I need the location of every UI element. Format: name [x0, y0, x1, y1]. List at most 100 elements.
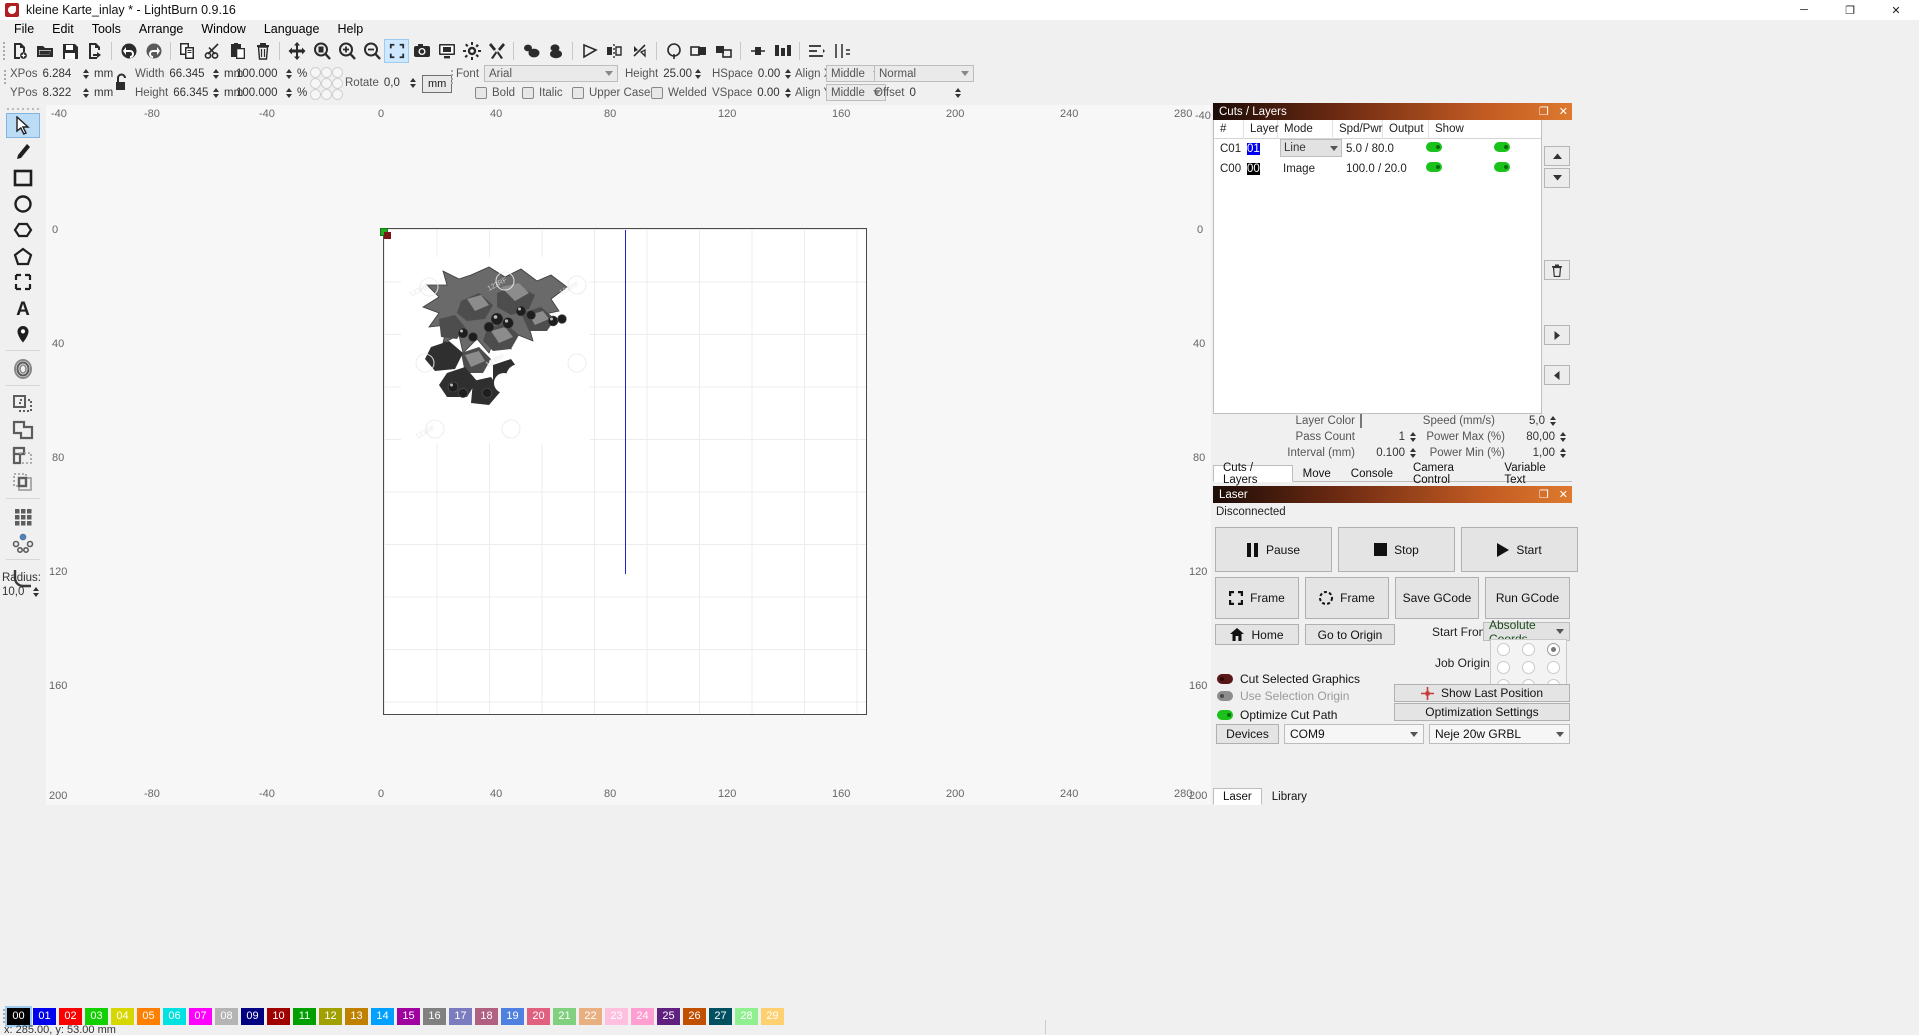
delete-icon[interactable]: [250, 39, 275, 63]
pass-count-value[interactable]: 1: [1355, 431, 1405, 443]
move-up-icon[interactable]: [1544, 146, 1570, 166]
palette-color-27[interactable]: 27: [709, 1007, 732, 1025]
start-button[interactable]: Start: [1461, 527, 1578, 572]
text-height-spinner[interactable]: [690, 64, 706, 83]
ypos-value[interactable]: 8.322: [43, 87, 72, 99]
upper-case-checkbox[interactable]: Upper Case: [572, 83, 655, 102]
closed-shape-tool[interactable]: [6, 243, 40, 268]
show-last-position-button[interactable]: Show Last Position: [1394, 684, 1570, 702]
palette-color-13[interactable]: 13: [345, 1007, 368, 1025]
text-tool[interactable]: A: [6, 295, 40, 320]
tab-console[interactable]: Console: [1341, 465, 1403, 482]
home-button[interactable]: Home: [1215, 624, 1299, 645]
hspace-field-group[interactable]: HSpace 0.00: [712, 64, 780, 83]
vspace-field-group[interactable]: VSpace 0.00: [712, 83, 780, 102]
palette-color-22[interactable]: 22: [579, 1007, 602, 1025]
optimize-cut-path-toggle[interactable]: Optimize Cut Path: [1217, 707, 1337, 723]
rotate-value[interactable]: 0,0: [384, 77, 400, 89]
undo-icon[interactable]: [116, 39, 141, 63]
origin-cell-1[interactable]: [1522, 643, 1535, 656]
tab-cuts-layers[interactable]: Cuts / Layers: [1213, 462, 1293, 486]
close-button[interactable]: ✕: [1873, 0, 1919, 20]
rotate-handle-grid[interactable]: [310, 64, 343, 102]
align-icon[interactable]: [770, 39, 795, 63]
boolean-union-icon[interactable]: [686, 39, 711, 63]
power-min-value[interactable]: 1,00: [1505, 447, 1555, 459]
palette-color-04[interactable]: 04: [111, 1007, 134, 1025]
close-panel-icon[interactable]: ✕: [1559, 488, 1568, 501]
layer-color-chip[interactable]: [1360, 414, 1362, 428]
cut-selected-graphics-toggle[interactable]: Cut Selected Graphics: [1217, 671, 1360, 687]
text-style-select[interactable]: Normal: [874, 65, 974, 82]
hspace-value[interactable]: 0.00: [758, 68, 780, 80]
offset-shapes-icon[interactable]: [745, 39, 770, 63]
zoom-in-icon[interactable]: [334, 39, 359, 63]
palette-color-29[interactable]: 29: [761, 1007, 784, 1025]
rotate-spinner[interactable]: [405, 73, 421, 92]
weld-icon[interactable]: [661, 39, 686, 63]
row-spd-pwr[interactable]: 5.0 / 80.0: [1344, 139, 1416, 159]
cut-icon[interactable]: [200, 39, 225, 63]
interval-value[interactable]: 0.100: [1355, 447, 1405, 459]
vspace-spinner[interactable]: [780, 83, 796, 102]
palette-color-25[interactable]: 25: [657, 1007, 680, 1025]
toolbar-grip[interactable]: [0, 41, 7, 61]
ellipse-tool[interactable]: [6, 191, 40, 216]
width-field-group[interactable]: Width 66.345: [135, 64, 205, 83]
close-panel-icon[interactable]: ✕: [1559, 105, 1568, 118]
palette-color-23[interactable]: 23: [605, 1007, 628, 1025]
menu-edit[interactable]: Edit: [43, 20, 83, 38]
palette-color-09[interactable]: 09: [241, 1007, 264, 1025]
origin-cell-4[interactable]: [1522, 661, 1535, 674]
palette-color-00[interactable]: 00: [5, 1005, 32, 1027]
palette-color-06[interactable]: 06: [163, 1007, 186, 1025]
frame-round-button[interactable]: Frame: [1305, 577, 1389, 619]
menu-tools[interactable]: Tools: [83, 20, 130, 38]
table-row[interactable]: C00 00 Image 100.0 / 20.0: [1214, 159, 1541, 179]
row-show-toggle[interactable]: [1494, 162, 1510, 172]
height-percent-value[interactable]: 100.000: [236, 87, 278, 99]
delete-icon[interactable]: [1544, 260, 1570, 280]
grid-array-tool[interactable]: [6, 504, 40, 529]
xpos-spinner[interactable]: mm: [78, 64, 113, 83]
row-output-toggle[interactable]: [1426, 162, 1442, 172]
palette-color-20[interactable]: 20: [527, 1007, 550, 1025]
xpos-value[interactable]: 6.284: [43, 68, 72, 80]
save-file-icon[interactable]: [57, 39, 82, 63]
palette-color-28[interactable]: 28: [735, 1007, 758, 1025]
text-height-field-group[interactable]: Height 25.00: [625, 64, 692, 83]
use-selection-origin-toggle[interactable]: Use Selection Origin: [1217, 688, 1349, 704]
row-show-toggle[interactable]: [1494, 142, 1510, 152]
row-mode-value[interactable]: Image: [1278, 159, 1344, 179]
palette-color-19[interactable]: 19: [501, 1007, 524, 1025]
design-canvas[interactable]: 123RF 123RF 123RF 123RF 123RF: [46, 105, 1211, 805]
layer-color-swatch[interactable]: 01: [1247, 143, 1260, 155]
polygon-tool[interactable]: [6, 217, 40, 242]
boolean-assist-tool[interactable]: [6, 391, 40, 416]
row-mode-select[interactable]: Line: [1280, 139, 1342, 157]
width-percent-spinner[interactable]: %: [281, 64, 307, 83]
font-select[interactable]: Arial: [484, 65, 618, 82]
boolean-subtract-tool[interactable]: [6, 443, 40, 468]
palette-color-21[interactable]: 21: [553, 1007, 576, 1025]
mirror-horizontal-icon[interactable]: [602, 39, 627, 63]
offset-tool[interactable]: [6, 356, 40, 381]
frame-selection-icon[interactable]: [384, 39, 409, 63]
float-panel-icon[interactable]: ❐: [1539, 105, 1549, 118]
select-tool[interactable]: [6, 113, 40, 138]
palette-color-11[interactable]: 11: [293, 1007, 316, 1025]
vspace-value[interactable]: 0.00: [757, 87, 779, 99]
selection-handle-corner[interactable]: [384, 232, 391, 239]
pause-button[interactable]: Pause: [1215, 527, 1332, 572]
toolpalette-grip[interactable]: [6, 105, 40, 112]
paste-icon[interactable]: [225, 39, 250, 63]
palette-color-16[interactable]: 16: [423, 1007, 446, 1025]
circular-array-tool[interactable]: [6, 530, 40, 555]
layer-color-swatch[interactable]: 00: [1247, 163, 1260, 175]
palette-color-01[interactable]: 01: [33, 1007, 56, 1025]
open-file-icon[interactable]: [32, 39, 57, 63]
menu-window[interactable]: Window: [192, 20, 254, 38]
tab-laser[interactable]: Laser: [1213, 788, 1262, 805]
ypos-field-group[interactable]: YPos 8.322: [10, 83, 71, 102]
tab-variable-text[interactable]: Variable Text: [1494, 462, 1572, 486]
